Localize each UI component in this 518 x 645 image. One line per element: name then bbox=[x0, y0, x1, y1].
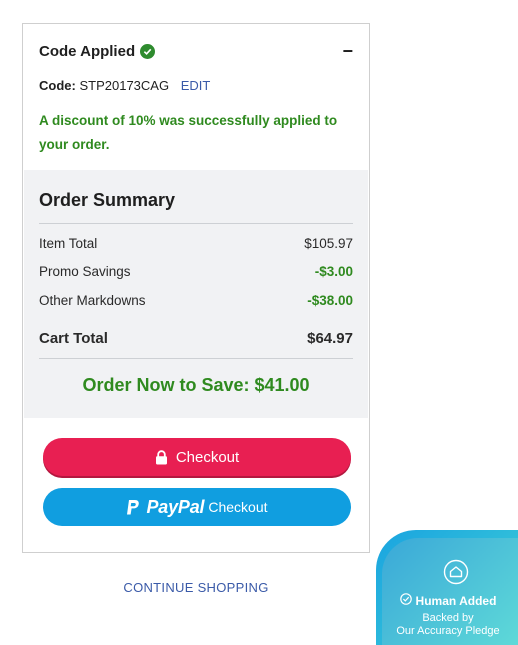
save-message: Order Now to Save: $41.00 bbox=[82, 375, 310, 395]
cart-panel: Code Applied − Code: STP20173CAG EDIT A … bbox=[22, 23, 370, 553]
paypal-checkout-button[interactable]: PayPal Checkout bbox=[43, 488, 351, 526]
paypal-checkout-label: Checkout bbox=[208, 499, 268, 515]
badge-title-text: Human Added bbox=[415, 593, 497, 608]
code-label: Code: bbox=[39, 78, 76, 93]
summary-row-label: Other Markdowns bbox=[39, 293, 146, 308]
badge-line-1: Backed by bbox=[422, 612, 474, 624]
summary-row-value: -$3.00 bbox=[314, 264, 353, 279]
divider bbox=[39, 223, 353, 224]
home-shield-icon bbox=[443, 559, 469, 590]
checkout-button[interactable]: Checkout bbox=[43, 438, 351, 476]
summary-row-value: -$38.00 bbox=[307, 293, 353, 308]
checkout-label: Checkout bbox=[175, 448, 240, 466]
accuracy-badge[interactable]: Human Added Backed by Our Accuracy Pledg… bbox=[376, 530, 518, 645]
collapse-button[interactable]: − bbox=[342, 42, 353, 60]
cart-total-label: Cart Total bbox=[39, 330, 108, 347]
check-circle-outline-icon bbox=[399, 593, 412, 608]
edit-code-link[interactable]: EDIT bbox=[181, 78, 211, 93]
order-summary: Order Summary Item Total $105.97 Promo S… bbox=[24, 170, 368, 418]
lock-icon bbox=[155, 449, 168, 465]
badge-background: Human Added Backed by Our Accuracy Pledg… bbox=[382, 538, 518, 645]
summary-row-other-markdowns: Other Markdowns -$38.00 bbox=[39, 293, 353, 308]
badge-title: Human Added bbox=[382, 593, 514, 608]
badge-subtitle: Backed by Our Accuracy Pledge bbox=[382, 612, 514, 638]
summary-row-label: Promo Savings bbox=[39, 264, 131, 279]
badge-line-2: Our Accuracy Pledge bbox=[396, 625, 500, 637]
promo-code-row: Code: STP20173CAG EDIT bbox=[39, 78, 210, 93]
summary-row-item-total: Item Total $105.97 bbox=[39, 236, 353, 251]
check-circle-icon bbox=[140, 43, 156, 59]
paypal-logo-text: PayPal bbox=[146, 496, 205, 517]
summary-row-value: $105.97 bbox=[304, 236, 353, 251]
promo-header: Code Applied − bbox=[39, 40, 353, 62]
paypal-p-icon bbox=[126, 499, 140, 516]
cart-total-value: $64.97 bbox=[307, 330, 353, 347]
order-summary-title: Order Summary bbox=[39, 190, 176, 210]
continue-shopping-link[interactable]: CONTINUE SHOPPING bbox=[22, 580, 370, 595]
promo-title-text: Code Applied bbox=[39, 42, 136, 60]
promo-title: Code Applied bbox=[39, 42, 156, 60]
code-value: STP20173CAG bbox=[79, 78, 170, 93]
summary-row-label: Item Total bbox=[39, 236, 98, 251]
divider bbox=[39, 358, 353, 359]
summary-row-promo-savings: Promo Savings -$3.00 bbox=[39, 264, 353, 279]
discount-message: A discount of 10% was successfully appli… bbox=[39, 113, 338, 152]
cart-total-row: Cart Total $64.97 bbox=[39, 330, 353, 347]
